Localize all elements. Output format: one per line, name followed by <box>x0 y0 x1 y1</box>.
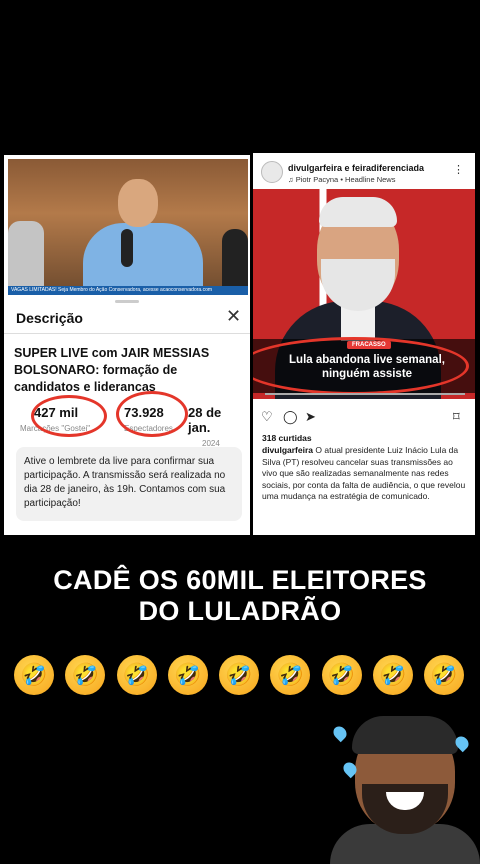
close-icon[interactable]: ✕ <box>226 306 241 327</box>
video-thumbnail[interactable]: VAGAS LIMITADAS! Seja Membro do Ação Con… <box>8 159 248 295</box>
likes-count[interactable]: 318 curtidas <box>262 433 312 443</box>
youtube-screenshot: VAGAS LIMITADAS! Seja Membro do Ação Con… <box>4 155 250 535</box>
laughing-emoji-icon: 🤣 <box>372 655 413 695</box>
microphone <box>121 229 133 267</box>
video-progress-bar[interactable] <box>265 393 465 395</box>
divider <box>4 333 250 334</box>
laughing-emoji-icon: 🤣 <box>65 655 106 695</box>
video-title: SUPER LIVE com JAIR MESSIAS BOLSONARO: f… <box>14 346 210 391</box>
emoji-row: 🤣 🤣 🤣 🤣 🤣 🤣 🤣 🤣 🤣 <box>14 655 464 699</box>
video-ticker: VAGAS LIMITADAS! Seja Membro do Ação Con… <box>8 286 248 295</box>
post-header: divulgarfeira e feiradiferenciada ♫ Piot… <box>253 153 475 187</box>
laughing-emoji-icon: 🤣 <box>270 655 311 695</box>
post-caption: divulgarfeira O atual presidente Luiz In… <box>262 445 468 503</box>
tear-drop-icon <box>330 723 350 743</box>
description-heading: Descrição <box>16 310 83 326</box>
laughing-emoji-icon: 🤣 <box>167 655 208 695</box>
date-value: 28 de jan. <box>188 405 222 435</box>
overlay-line-1: CADÊ OS 60MIL ELEITORES <box>53 565 427 595</box>
cap <box>352 716 458 754</box>
laughing-emoji-icon: 🤣 <box>116 655 157 695</box>
date-stat: 28 de jan. 2024 <box>188 405 244 448</box>
laughing-emoji-icon: 🤣 <box>219 655 259 695</box>
person-left <box>8 221 44 295</box>
speaker-figure <box>83 179 203 295</box>
overlay-caption: CADÊ OS 60MIL ELEITORES DO LULADRÃO <box>0 565 480 627</box>
laughing-man-sticker <box>330 712 480 864</box>
caption-username[interactable]: divulgarfeira <box>262 445 313 455</box>
laughing-emoji-icon: 🤣 <box>321 655 362 695</box>
annotation-circle-viewers <box>116 391 188 437</box>
annotation-circle-likes <box>31 395 107 437</box>
avatar[interactable] <box>261 161 283 183</box>
instagram-screenshot: divulgarfeira e feiradiferenciada ♫ Piot… <box>253 153 475 535</box>
post-actions: ♡ ◯ ➤ ⌑ <box>261 409 467 425</box>
heart-icon[interactable]: ♡ <box>261 409 273 425</box>
post-image[interactable]: FRACASSO Lula abandona live semanal, nin… <box>253 189 475 399</box>
laughing-emoji-icon: 🤣 <box>14 655 54 695</box>
overlay-line-2: DO LULADRÃO <box>138 596 342 626</box>
reminder-box: Ative o lembrete da live para confirmar … <box>16 447 242 521</box>
share-icon[interactable]: ➤ <box>305 409 316 425</box>
laughing-emoji-icon: 🤣 <box>424 655 464 695</box>
bookmark-icon[interactable]: ⌑ <box>453 409 460 425</box>
more-options-icon[interactable]: ⋮ <box>453 163 464 176</box>
music-label[interactable]: ♫ Piotr Pacyna • Headline News <box>288 175 395 184</box>
comment-icon[interactable]: ◯ <box>283 409 298 425</box>
post-username[interactable]: divulgarfeira e feiradiferenciada <box>288 163 424 173</box>
sheet-handle[interactable] <box>115 300 139 303</box>
